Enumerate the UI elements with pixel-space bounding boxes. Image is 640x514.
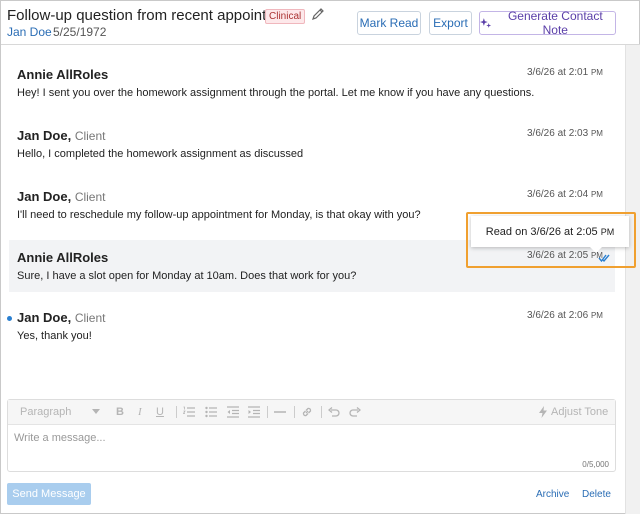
message-ampm: PM: [590, 311, 603, 320]
message-sender: Annie AllRoles: [17, 250, 109, 265]
message-text: Yes, thank you!: [17, 330, 92, 342]
pencil-icon[interactable]: [311, 7, 325, 21]
bullet-list-icon[interactable]: [205, 406, 217, 418]
clinical-badge: Clinical: [265, 9, 306, 24]
message-editor: Paragraph B I U Adjust Tone Write a mess…: [7, 399, 616, 472]
client-name-link[interactable]: Jan Doe: [7, 25, 52, 39]
archive-link[interactable]: Archive: [536, 489, 569, 500]
toolbar-divider: [267, 406, 268, 418]
message-input[interactable]: Write a message...: [14, 432, 106, 444]
message-item: Jan Doe, Client 3/6/26 at 2:06 PM Yes, t…: [9, 300, 615, 352]
message-role: Client: [74, 311, 106, 325]
numbered-list-icon[interactable]: [183, 406, 195, 418]
message-ampm: PM: [590, 129, 603, 138]
scrollbar[interactable]: [625, 45, 640, 514]
delete-link[interactable]: Delete: [582, 489, 611, 500]
lightning-icon: [539, 406, 547, 418]
message-sender: Jan Doe,: [17, 189, 72, 204]
adjust-tone-button[interactable]: Adjust Tone: [551, 405, 608, 419]
undo-icon[interactable]: [328, 406, 340, 418]
message-sender: Jan Doe,: [17, 128, 72, 143]
message-time: 3/6/26 at 2:01: [527, 67, 589, 78]
thread-header: Follow-up question from recent appointme…: [1, 1, 640, 45]
send-message-button[interactable]: Send Message: [7, 483, 91, 505]
message-role: Client: [74, 190, 106, 204]
link-icon[interactable]: [301, 406, 313, 418]
mark-read-button[interactable]: Mark Read: [357, 11, 421, 35]
message-time: 3/6/26 at 2:04: [527, 189, 589, 200]
sparkle-icon: [480, 18, 492, 28]
message-text: Sure, I have a slot open for Monday at 1…: [17, 270, 357, 282]
character-counter: 0/5,000: [582, 460, 609, 469]
generate-contact-note-label: Generate Contact Note: [507, 9, 603, 37]
toolbar-divider: [176, 406, 177, 418]
underline-icon[interactable]: U: [156, 405, 164, 419]
message-text: I'll need to reschedule my follow-up app…: [17, 209, 421, 221]
message-sender: Jan Doe,: [17, 310, 72, 325]
message-ampm: PM: [590, 190, 603, 199]
toolbar-divider: [294, 406, 295, 418]
editor-toolbar: Paragraph B I U Adjust Tone: [8, 400, 615, 425]
message-text: Hello, I completed the homework assignme…: [17, 148, 304, 160]
thread-title: Follow-up question from recent appointme…: [7, 7, 300, 24]
toolbar-divider: [321, 406, 322, 418]
outdent-icon[interactable]: [227, 406, 239, 418]
message-item: Annie AllRoles 3/6/26 at 2:01 PM Hey! I …: [9, 57, 615, 109]
message-ampm: PM: [590, 68, 603, 77]
redo-icon[interactable]: [349, 406, 361, 418]
tooltip-highlight-box: [466, 212, 636, 268]
bold-icon[interactable]: B: [116, 405, 124, 419]
message-thread-panel: Follow-up question from recent appointme…: [0, 0, 640, 514]
indent-icon[interactable]: [248, 406, 260, 418]
chevron-down-icon[interactable]: [92, 409, 100, 415]
horizontal-rule-icon[interactable]: [274, 411, 286, 413]
message-time: 3/6/26 at 2:03: [527, 128, 589, 139]
generate-contact-note-button[interactable]: Generate Contact Note: [479, 9, 616, 37]
italic-icon[interactable]: I: [138, 405, 142, 419]
message-item: Jan Doe, Client 3/6/26 at 2:03 PM Hello,…: [9, 118, 615, 170]
message-time: 3/6/26 at 2:06: [527, 310, 589, 321]
client-dob: 5/25/1972: [53, 25, 107, 39]
export-button[interactable]: Export: [429, 11, 472, 35]
paragraph-select[interactable]: Paragraph: [20, 405, 71, 419]
message-role: Client: [74, 129, 106, 143]
message-text: Hey! I sent you over the homework assign…: [17, 87, 535, 99]
message-sender: Annie AllRoles: [17, 67, 109, 82]
